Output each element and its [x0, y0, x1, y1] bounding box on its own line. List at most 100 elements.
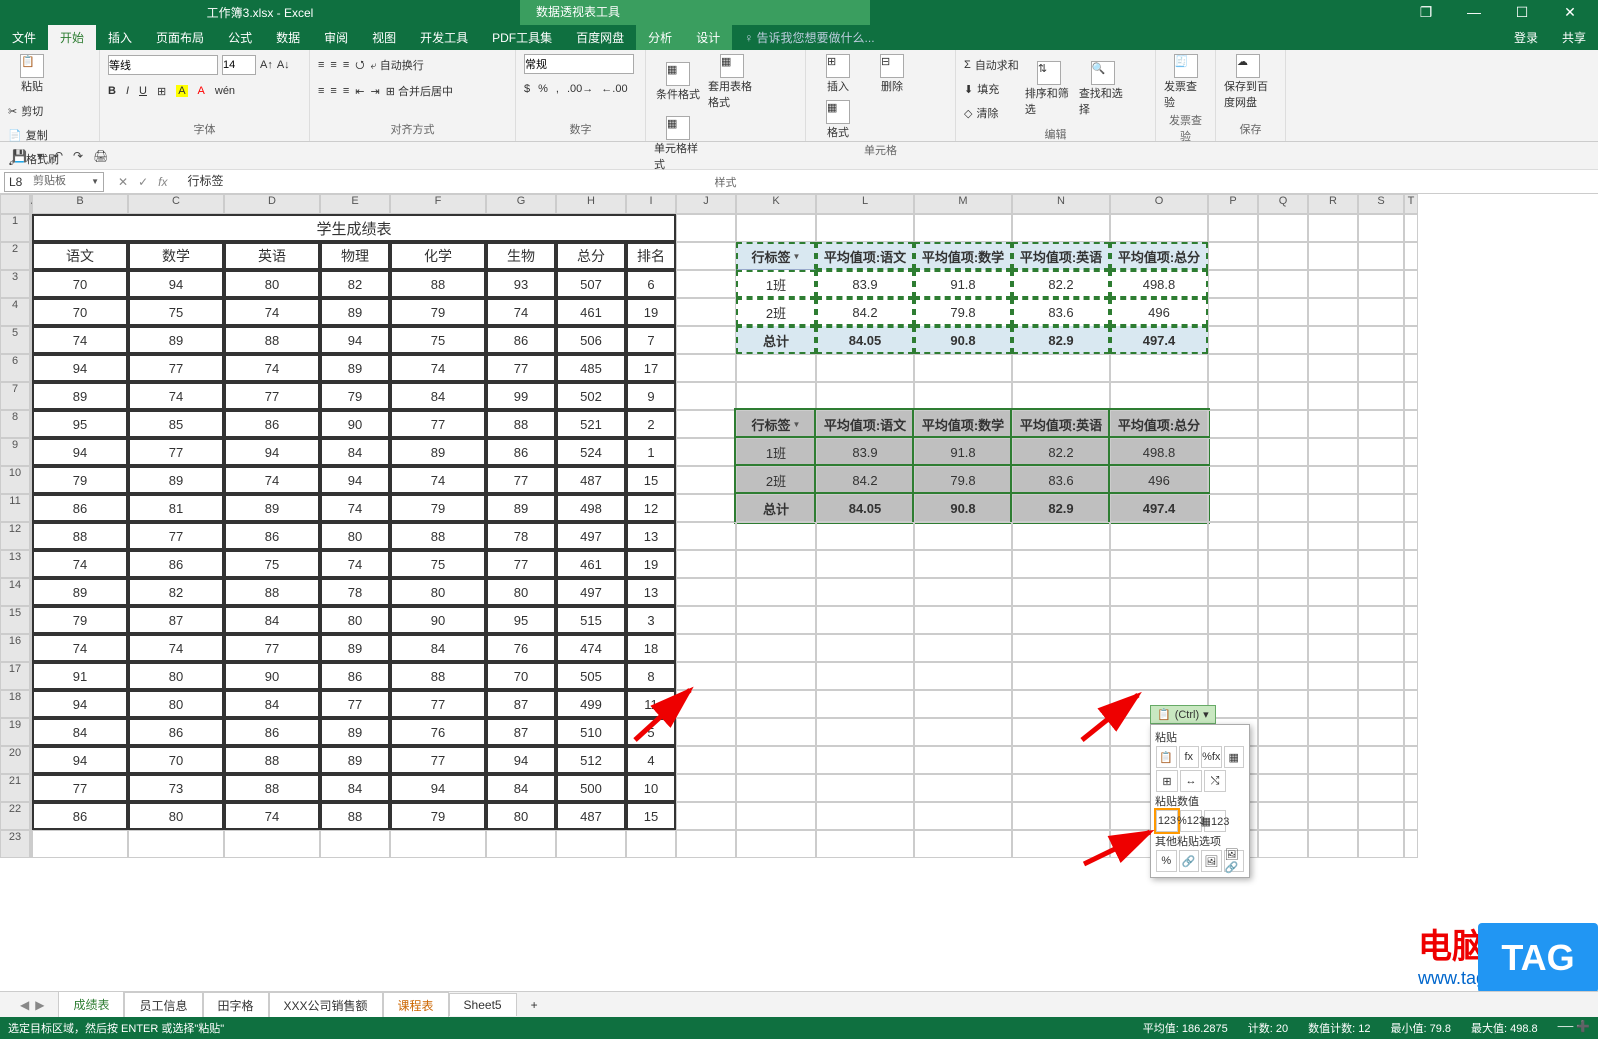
col-header[interactable]: N: [1012, 194, 1110, 214]
pivot-cell[interactable]: 84.2: [816, 298, 914, 326]
pivot-cell[interactable]: 82.2: [1012, 270, 1110, 298]
data-cell[interactable]: 15: [626, 466, 676, 494]
data-cell[interactable]: 88: [224, 578, 320, 606]
pivot-header[interactable]: 行标签 ▼: [736, 242, 816, 270]
sheet-tab-employee[interactable]: 员工信息: [124, 992, 202, 1018]
col-header[interactable]: D: [224, 194, 320, 214]
cell[interactable]: [1404, 606, 1418, 634]
cell[interactable]: [676, 662, 736, 690]
data-cell[interactable]: 89: [320, 298, 390, 326]
cell[interactable]: [676, 606, 736, 634]
data-cell[interactable]: 88: [224, 326, 320, 354]
data-cell[interactable]: 75: [128, 298, 224, 326]
cancel-formula-icon[interactable]: ✕: [118, 175, 128, 189]
cell[interactable]: [1258, 270, 1308, 298]
cell[interactable]: [1358, 242, 1404, 270]
pivot-cell[interactable]: 83.9: [816, 270, 914, 298]
data-cell[interactable]: 94: [128, 270, 224, 298]
cell[interactable]: [1258, 466, 1308, 494]
cell[interactable]: [1110, 214, 1208, 242]
pivot-header[interactable]: 平均值项:总分: [1110, 242, 1208, 270]
add-sheet-button[interactable]: +: [517, 994, 552, 1016]
cell[interactable]: [1404, 802, 1418, 830]
cell[interactable]: [1308, 606, 1358, 634]
cell[interactable]: [1208, 494, 1258, 522]
data-cell[interactable]: 94: [390, 774, 486, 802]
pivot-total-cell[interactable]: 总计: [736, 494, 816, 522]
col-header[interactable]: Q: [1258, 194, 1308, 214]
cell[interactable]: [1110, 606, 1208, 634]
cell[interactable]: [1358, 494, 1404, 522]
cell-style-button[interactable]: ▦单元格样式: [654, 116, 702, 172]
cell[interactable]: [914, 522, 1012, 550]
data-cell[interactable]: 95: [486, 606, 556, 634]
data-cell[interactable]: 88: [390, 662, 486, 690]
cell[interactable]: [1208, 438, 1258, 466]
pivot-header[interactable]: 平均值项:语文: [816, 410, 914, 438]
cell[interactable]: [1358, 746, 1404, 774]
cell[interactable]: [32, 830, 128, 858]
data-cell[interactable]: 70: [128, 746, 224, 774]
data-cell[interactable]: 89: [224, 494, 320, 522]
cell[interactable]: [1012, 746, 1110, 774]
data-cell[interactable]: 93: [486, 270, 556, 298]
data-cell[interactable]: 84: [32, 718, 128, 746]
col-header[interactable]: E: [320, 194, 390, 214]
accept-formula-icon[interactable]: ✓: [138, 175, 148, 189]
data-cell[interactable]: 4: [626, 746, 676, 774]
pivot-cell[interactable]: 83.9: [816, 438, 914, 466]
format-cells-button[interactable]: ▦格式: [814, 100, 862, 140]
pivot-header[interactable]: 平均值项:英语: [1012, 410, 1110, 438]
cell[interactable]: [676, 578, 736, 606]
cell[interactable]: [1308, 774, 1358, 802]
cell[interactable]: [1308, 578, 1358, 606]
data-cell[interactable]: 77: [486, 354, 556, 382]
data-cell[interactable]: 77: [128, 438, 224, 466]
pivot-header[interactable]: 平均值项:数学: [914, 410, 1012, 438]
data-cell[interactable]: 75: [224, 550, 320, 578]
data-cell[interactable]: 94: [320, 326, 390, 354]
cell[interactable]: [1358, 522, 1404, 550]
col-header[interactable]: H: [556, 194, 626, 214]
cell[interactable]: [1358, 550, 1404, 578]
data-cell[interactable]: 9: [626, 382, 676, 410]
redo-icon[interactable]: ↷: [73, 149, 83, 163]
col-header[interactable]: I: [626, 194, 676, 214]
data-cell[interactable]: 89: [128, 466, 224, 494]
data-cell[interactable]: 88: [486, 410, 556, 438]
tab-file[interactable]: 文件: [0, 25, 48, 50]
pivot-total-cell[interactable]: 497.4: [1110, 494, 1208, 522]
data-cell[interactable]: 77: [390, 690, 486, 718]
data-cell[interactable]: 84: [486, 774, 556, 802]
cell[interactable]: [1308, 634, 1358, 662]
cell[interactable]: [1404, 270, 1418, 298]
data-cell[interactable]: 77: [486, 466, 556, 494]
cell[interactable]: [1308, 214, 1358, 242]
data-cell[interactable]: 70: [486, 662, 556, 690]
row-header[interactable]: 19: [0, 718, 30, 746]
cell[interactable]: [1258, 326, 1308, 354]
cell[interactable]: [816, 522, 914, 550]
cell[interactable]: [1012, 690, 1110, 718]
cell[interactable]: [1012, 662, 1110, 690]
pivot-cell[interactable]: 79.8: [914, 466, 1012, 494]
paste-all-icon[interactable]: 📋: [1156, 746, 1177, 768]
pivot-cell[interactable]: 498.8: [1110, 270, 1208, 298]
tab-page-layout[interactable]: 页面布局: [144, 25, 216, 50]
cell[interactable]: [1208, 382, 1258, 410]
data-cell[interactable]: 84: [224, 606, 320, 634]
share-button[interactable]: 共享: [1550, 25, 1598, 50]
data-cell[interactable]: 80: [390, 578, 486, 606]
cell[interactable]: [914, 662, 1012, 690]
data-cell[interactable]: 510: [556, 718, 626, 746]
cell[interactable]: [1404, 410, 1418, 438]
cell[interactable]: [486, 830, 556, 858]
col-header[interactable]: T: [1404, 194, 1418, 214]
data-cell[interactable]: 79: [32, 606, 128, 634]
pivot-cell[interactable]: 498.8: [1110, 438, 1208, 466]
cell[interactable]: [1110, 634, 1208, 662]
cell[interactable]: [1308, 326, 1358, 354]
row-header[interactable]: 5: [0, 326, 30, 354]
data-cell[interactable]: 74: [390, 354, 486, 382]
cell[interactable]: [914, 578, 1012, 606]
